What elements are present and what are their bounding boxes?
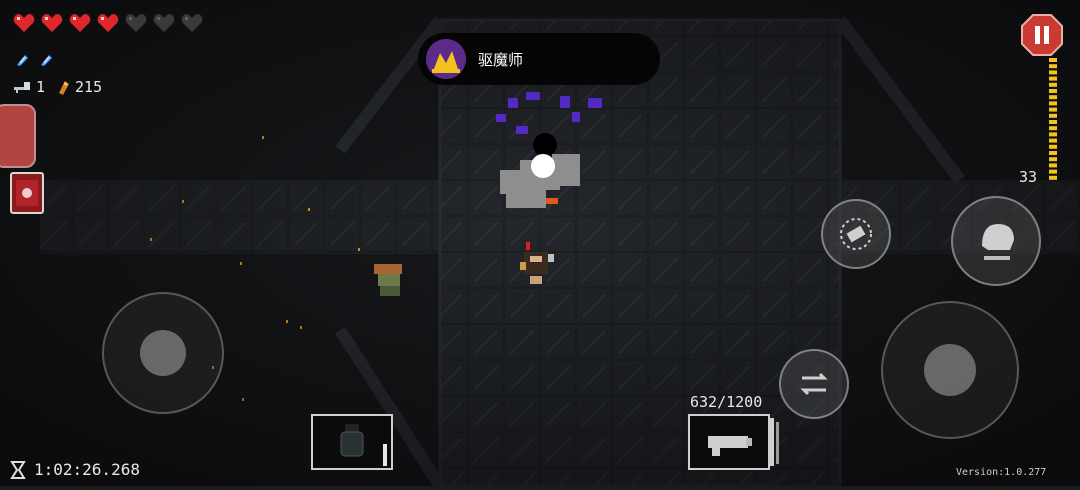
resources-row: 1 215 <box>12 78 102 96</box>
ammo-clip-bullet <box>1049 101 1057 106</box>
boss-portrait-icon <box>426 39 466 79</box>
reload-button[interactable] <box>821 199 891 269</box>
swap-weapon-button[interactable] <box>779 349 849 419</box>
ammo-clip-bar <box>1049 58 1057 180</box>
aim-joystick[interactable] <box>881 301 1019 439</box>
ammo-clip-bullet <box>1049 82 1057 87</box>
reload-icon <box>840 218 872 250</box>
book-icon <box>16 180 38 206</box>
ammo-clip-bullet <box>1049 95 1057 100</box>
health-hearts <box>12 12 204 34</box>
weapon-ammo-count: 632/1200 <box>690 393 763 411</box>
ammo-clip-bullet <box>1049 70 1057 75</box>
ammo-clip-bullet <box>1049 157 1057 162</box>
heart-empty-icon <box>124 12 148 34</box>
ammo-clip-bullet <box>1049 169 1057 174</box>
ammo-clip-bullet <box>1049 163 1057 168</box>
pause-icon <box>1021 14 1063 56</box>
item-slot[interactable] <box>311 414 393 470</box>
swap-icon <box>800 372 828 396</box>
timer-value: 1:02:26.268 <box>34 460 140 479</box>
ammo-clip-bullet <box>1049 107 1057 112</box>
move-joystick[interactable] <box>102 292 224 414</box>
keys-count: 1 <box>36 78 46 96</box>
ammo-clip-bullet <box>1049 132 1057 137</box>
version-label: Version:1.0.277 <box>956 467 1047 478</box>
ammo-clip-bullet <box>1049 120 1057 124</box>
blank-icon <box>17 55 28 66</box>
blank-icon <box>41 55 52 66</box>
game-viewport[interactable]: 1 215 驱魔师 33 632/1200 1:02:26.268 Versio… <box>0 0 1080 490</box>
ammo-clip-bullet <box>1049 126 1057 131</box>
ammo-clip-bullet <box>1049 151 1057 155</box>
pause-button[interactable] <box>1020 13 1064 57</box>
heart-full-icon <box>12 12 36 34</box>
boss-name: 驱魔师 <box>478 50 524 69</box>
hourglass-icon <box>10 460 26 479</box>
clip-ammo-count: 33 <box>1019 168 1038 186</box>
run-timer: 1:02:26.268 <box>10 460 140 479</box>
active-item-book[interactable] <box>10 172 44 214</box>
potion-icon <box>340 424 387 466</box>
heart-empty-icon <box>180 12 204 34</box>
money-counter: 215 <box>55 78 102 96</box>
ammo-clip-bullet <box>1049 138 1057 143</box>
gun-icon <box>708 436 752 456</box>
move-joystick-knob[interactable] <box>140 330 186 376</box>
ammo-clip-bullet <box>1049 113 1057 118</box>
floating-item-button[interactable] <box>0 104 36 168</box>
ammo-clip-bullet <box>1049 64 1057 69</box>
dodge-roll-button[interactable] <box>951 196 1041 286</box>
dodge-roll-icon <box>982 224 1014 260</box>
ammo-clip-bullet <box>1049 144 1057 149</box>
heart-full-icon <box>68 12 92 34</box>
shell-casing-icon <box>59 81 70 95</box>
ammo-clip-bullet <box>1049 175 1057 180</box>
weapon-stack-edge <box>770 418 774 466</box>
heart-empty-icon <box>152 12 176 34</box>
money-count: 215 <box>75 78 103 96</box>
aim-joystick-knob[interactable] <box>924 344 976 396</box>
keys-counter: 1 <box>12 78 45 96</box>
heart-full-icon <box>40 12 64 34</box>
weapon-slot[interactable] <box>688 414 770 470</box>
ammo-clip-bullet <box>1049 76 1057 81</box>
heart-full-icon <box>96 12 120 34</box>
weapon-stack-edge <box>776 422 779 464</box>
blanks-row <box>14 52 54 68</box>
boss-name-banner: 驱魔师 <box>418 33 660 85</box>
ammo-clip-bullet <box>1049 58 1057 62</box>
key-icon <box>14 82 30 93</box>
ammo-clip-bullet <box>1049 89 1057 93</box>
